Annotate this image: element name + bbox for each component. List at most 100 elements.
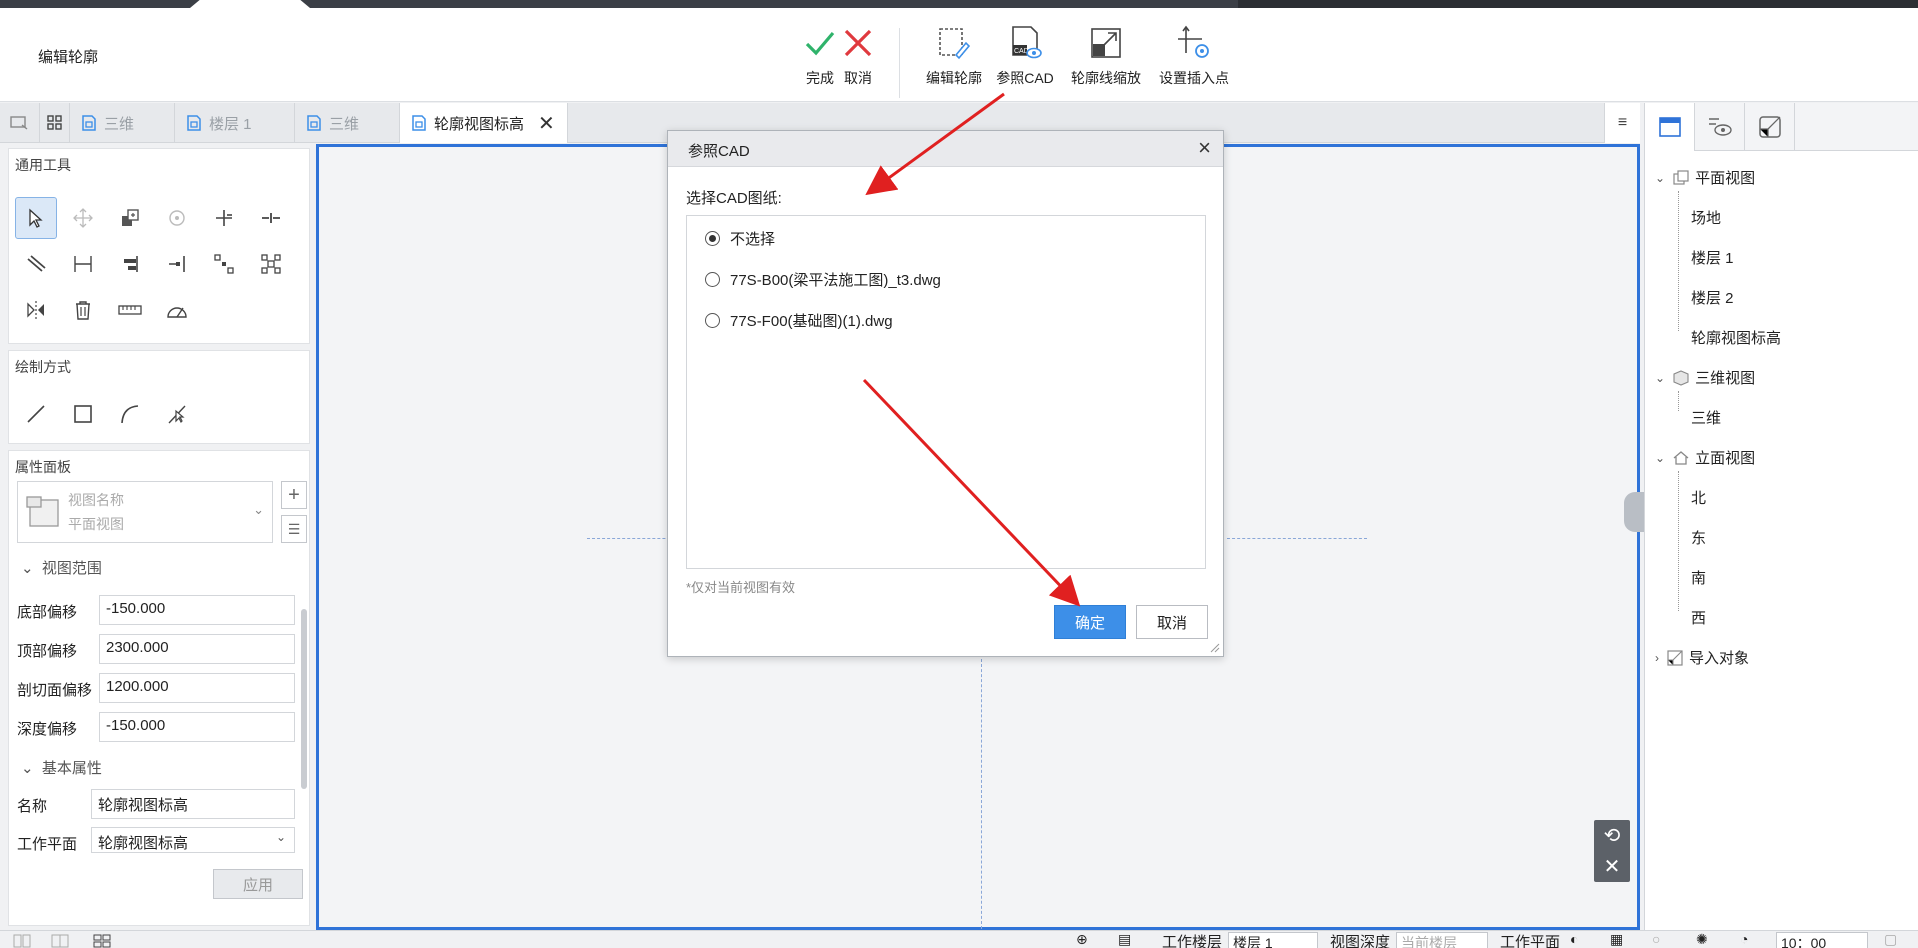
sun-icon[interactable]: ✺ — [1696, 931, 1708, 948]
top-offset-input[interactable]: 2300.000 — [99, 634, 295, 664]
visibility-tab-icon[interactable] — [1695, 103, 1745, 151]
rotate-tool-icon[interactable] — [156, 197, 198, 239]
insert-point-button[interactable]: 设置插入点 — [1154, 24, 1234, 88]
tree-plan-views-label: 平面视图 — [1695, 170, 1756, 187]
tab-grid-view[interactable] — [40, 103, 70, 143]
views-tab-icon[interactable] — [1645, 103, 1695, 151]
tab-3d-1[interactable]: 三维 — [70, 103, 175, 143]
close-icon[interactable]: ✕ — [538, 111, 555, 136]
zoom-fit-icon[interactable]: ⊕ — [1076, 931, 1088, 948]
outline-scale-label: 轮廓线缩放 — [1071, 70, 1141, 86]
cad-option-f00[interactable]: 77S-F00(基础图)(1).dwg — [705, 310, 893, 331]
tab-label: 三维 — [104, 115, 135, 133]
tree-item-floor-1[interactable]: 楼层 1 — [1691, 247, 1734, 268]
ribbon-title: 编辑轮廓 — [38, 49, 99, 66]
copy-tool-icon[interactable] — [109, 197, 151, 239]
tree-item-site[interactable]: 场地 — [1691, 207, 1721, 228]
layout-single-icon[interactable] — [12, 933, 32, 948]
properties-scrollbar[interactable] — [301, 609, 307, 789]
arc-tool-icon[interactable] — [109, 393, 151, 435]
floor-plan-icon[interactable]: ▤ — [1118, 931, 1131, 948]
close-nav-icon[interactable]: ✕ — [1604, 854, 1621, 879]
shadow-icon[interactable]: ◔ — [1740, 931, 1748, 947]
depth-offset-input[interactable]: -150.000 — [99, 712, 295, 742]
tree-item-3d[interactable]: 三维 — [1691, 407, 1721, 428]
view-depth-select[interactable]: 当前楼层 — [1396, 932, 1488, 948]
tree-item-floor-2[interactable]: 楼层 2 — [1691, 287, 1734, 308]
view-doc-icon — [187, 115, 201, 131]
lock-icon[interactable]: ▢ — [1884, 931, 1897, 948]
view-type-selector[interactable]: 视图名称 平面视图 ⌄ — [17, 481, 273, 543]
tree-import-objects[interactable]: › 导入对象 — [1655, 647, 1749, 668]
extend-tool-icon[interactable] — [156, 243, 198, 285]
properties-section: 属性面板 视图名称 平面视图 ⌄ + ☰ ⌄ 视图范围 底部偏移 -150.00… — [8, 450, 310, 926]
radio-icon[interactable] — [705, 272, 720, 287]
work-plane-icon[interactable]: ◐ — [1570, 931, 1578, 947]
cancel-button[interactable]: 取消 — [1136, 605, 1208, 639]
radio-icon[interactable] — [705, 313, 720, 328]
apply-button[interactable]: 应用 — [213, 869, 303, 899]
tree-elevation-views[interactable]: ⌄ 立面视图 — [1655, 447, 1755, 468]
bottom-offset-input[interactable]: -150.000 — [99, 595, 295, 625]
dialog-close-icon[interactable]: × — [1198, 135, 1211, 161]
tab-floor-1[interactable]: 楼层 1 — [175, 103, 295, 143]
tree-plan-views[interactable]: ⌄ 平面视图 — [1655, 167, 1755, 188]
array-tool-icon[interactable] — [203, 243, 245, 285]
add-view-type-button[interactable]: + — [281, 481, 307, 509]
angle-measure-tool-icon[interactable] — [156, 289, 198, 331]
edit-type-button[interactable]: ☰ — [281, 515, 307, 543]
tab-3d-2[interactable]: 三维 — [295, 103, 400, 143]
name-input[interactable]: 轮廓视图标高 — [91, 789, 295, 819]
tab-outline-view-elevation[interactable]: 轮廓视图标高 ✕ — [400, 103, 568, 143]
cad-option-label: 77S-B00(梁平法施工图)_t3.dwg — [730, 272, 941, 289]
tab-window-toggle[interactable] — [0, 103, 40, 143]
measure-tool-icon[interactable] — [109, 289, 151, 331]
view-range-group-header[interactable]: ⌄ 视图范围 — [21, 557, 102, 578]
align-tool-icon[interactable] — [109, 243, 151, 285]
ok-button[interactable]: 确定 — [1054, 605, 1126, 639]
reset-view-icon[interactable]: ⟲ — [1604, 823, 1621, 848]
tree-item-outline-elevation[interactable]: 轮廓视图标高 — [1691, 327, 1781, 348]
tab-menu-icon[interactable]: ≡ — [1604, 103, 1640, 143]
select-tool-icon[interactable] — [15, 197, 57, 239]
resize-grip-icon[interactable] — [1210, 643, 1220, 653]
outline-scale-button[interactable]: 轮廓线缩放 — [1066, 24, 1146, 88]
layout-split-icon[interactable] — [50, 933, 70, 948]
delete-tool-icon[interactable] — [62, 289, 104, 331]
work-floor-select[interactable]: 楼层 1 — [1228, 932, 1318, 948]
time-select[interactable]: 10：00 — [1776, 932, 1868, 948]
grid-array-tool-icon[interactable] — [250, 243, 292, 285]
dimension-tool-icon[interactable] — [62, 243, 104, 285]
reference-cad-button[interactable]: CAD 参照CAD — [985, 24, 1065, 88]
tree-item-west[interactable]: 西 — [1691, 607, 1706, 628]
line-tool-icon[interactable] — [15, 393, 57, 435]
cad-option-none[interactable]: 不选择 — [705, 228, 775, 249]
radio-selected-icon[interactable] — [705, 231, 720, 246]
basic-group-header[interactable]: ⌄ 基本属性 — [21, 757, 102, 778]
tree-item-south[interactable]: 南 — [1691, 567, 1706, 588]
collapse-right-panel-handle[interactable] — [1624, 492, 1646, 532]
layout-tab-icon[interactable] — [1745, 103, 1795, 151]
split-tool-icon[interactable] — [250, 197, 292, 239]
view-doc-icon — [82, 115, 96, 131]
move-tool-icon[interactable] — [62, 197, 104, 239]
dialog-title-bar[interactable]: 参照CAD × — [668, 131, 1223, 167]
guide-line-vertical — [981, 659, 982, 929]
pick-line-tool-icon[interactable] — [156, 393, 198, 435]
offset-tool-icon[interactable] — [15, 243, 57, 285]
lightbulb-icon[interactable]: ○ — [1652, 931, 1660, 947]
cancel-ribbon-button[interactable]: 取消 — [818, 24, 898, 88]
trim-tool-icon[interactable] — [203, 197, 245, 239]
edit-outline-button[interactable]: 编辑轮廓 — [914, 24, 994, 88]
mirror-tool-icon[interactable] — [15, 289, 57, 331]
workplane-select[interactable]: 轮廓视图标高 ⌄ — [91, 827, 295, 853]
rectangle-tool-icon[interactable] — [62, 393, 104, 435]
grid-settings-icon[interactable]: ▦ — [1610, 931, 1623, 948]
tree-3d-views[interactable]: ⌄ 三维视图 — [1655, 367, 1755, 388]
window-toggle-icon — [10, 116, 28, 130]
tree-item-east[interactable]: 东 — [1691, 527, 1706, 548]
layout-quad-icon[interactable] — [92, 933, 112, 948]
cad-option-b00[interactable]: 77S-B00(梁平法施工图)_t3.dwg — [705, 269, 941, 290]
cut-plane-offset-input[interactable]: 1200.000 — [99, 673, 295, 703]
tree-item-north[interactable]: 北 — [1691, 487, 1706, 508]
